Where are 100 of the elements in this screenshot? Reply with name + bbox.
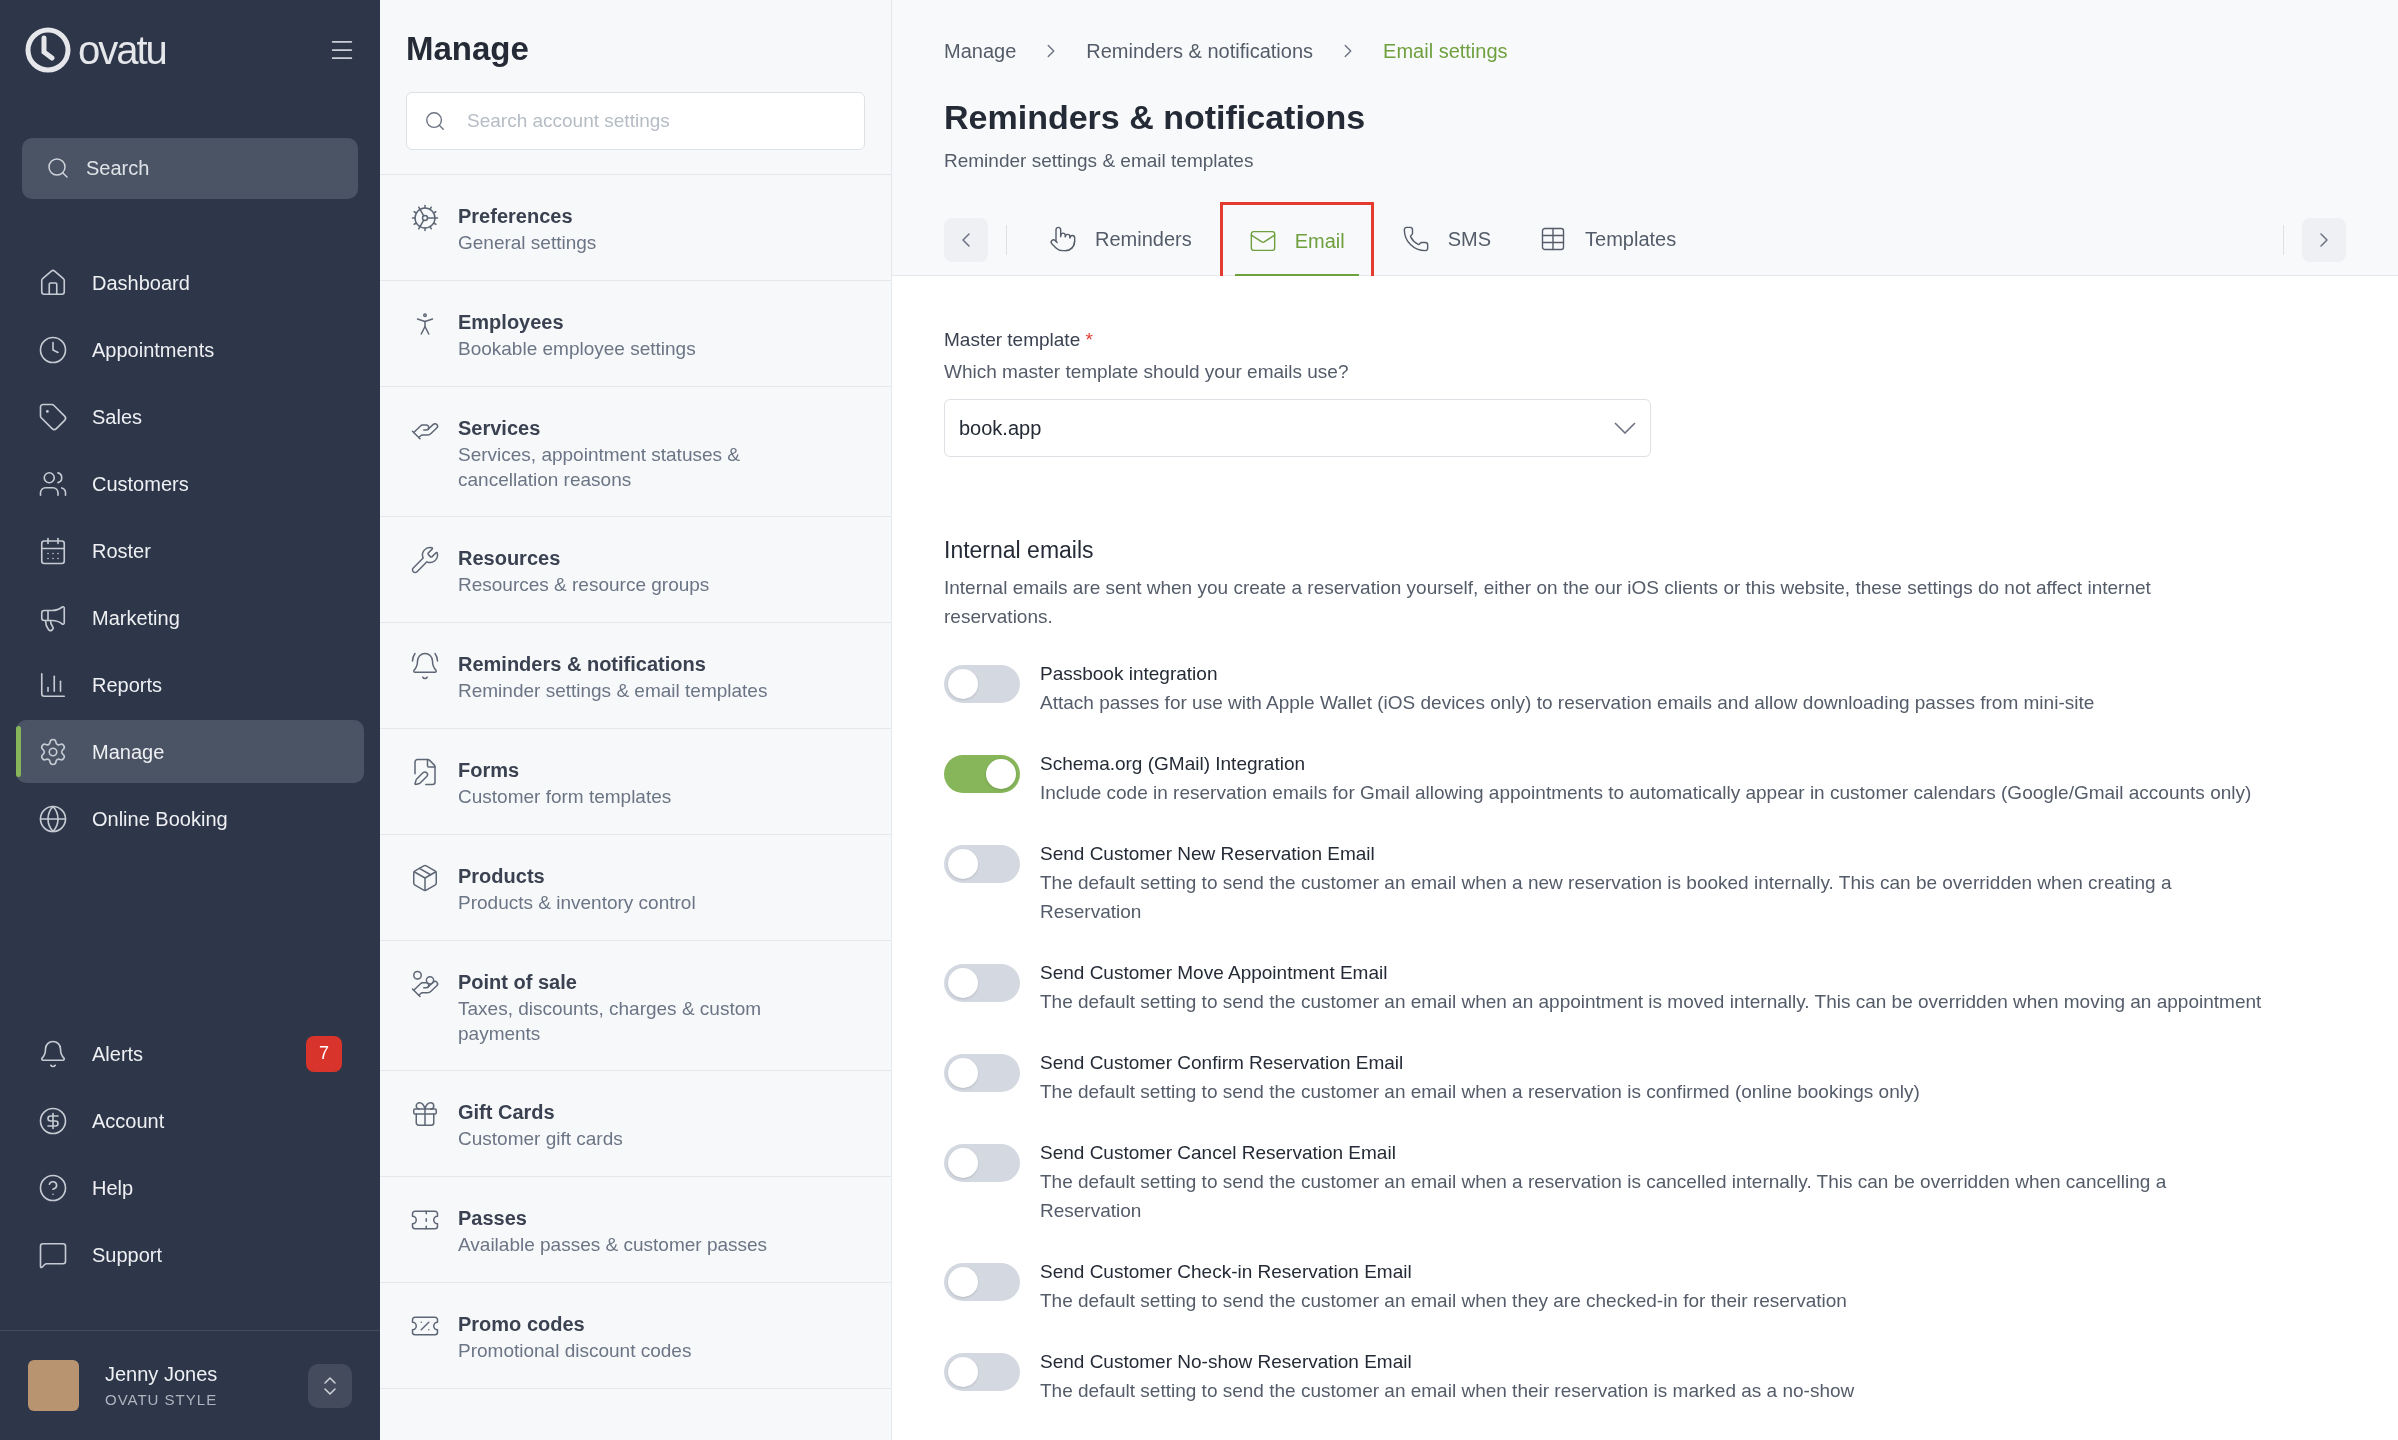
settings-menu-item[interactable]: Point of sale Taxes, discounts, charges & custom payments	[380, 940, 891, 1071]
search-field[interactable]: Search	[22, 138, 358, 199]
setting-title: Send Customer Cancel Reservation Email	[1040, 1141, 1397, 1165]
item-title: Point of sale	[458, 969, 578, 995]
section-description: Internal emails are sent when you create a reservation yourself, either on the our iOS clients or this website, these settings do not affect internet reservations.	[944, 576, 2152, 629]
tab[interactable]: Reminders	[1035, 205, 1206, 275]
item-title: Gift Cards	[458, 1099, 556, 1125]
nav-item[interactable]: Support	[16, 1223, 364, 1286]
settings-menu-item[interactable]: Gift Cards Customer gift cards	[380, 1070, 891, 1177]
toggle-switch[interactable]	[944, 964, 1020, 1002]
field-hint: Which master template should your emails use?	[944, 360, 1350, 384]
setting-description: Include code in reservation emails for Gmail allowing appointments to automatically appear in customer calendars (Google/Gmail accounts only)	[1040, 781, 2252, 805]
search-icon	[46, 156, 70, 180]
item-title: Resources	[458, 545, 562, 571]
tab[interactable]: Templates	[1525, 205, 1691, 275]
search-field[interactable]: Search account settings	[406, 91, 865, 150]
item-description: Resources & resource groups	[458, 572, 711, 597]
panel-title: Manage	[405, 29, 530, 69]
item-description: Reminder settings & email templates	[458, 678, 769, 703]
dollar-circle-icon	[38, 1105, 68, 1136]
field-label: Master template	[944, 328, 1081, 350]
help-icon	[38, 1172, 68, 1203]
toggle-switch[interactable]	[944, 1054, 1020, 1092]
item-description: Customer gift cards	[458, 1126, 624, 1151]
item-description: Customer form templates	[458, 784, 673, 809]
item-title: Preferences	[458, 203, 574, 229]
toggle-switch[interactable]	[944, 845, 1020, 883]
section-title: Internal emails	[944, 535, 1095, 565]
settings-menu-item[interactable]: Forms Customer form templates	[380, 728, 891, 835]
toggle-switch[interactable]	[944, 1353, 1020, 1391]
scroll-left-button[interactable]	[944, 218, 988, 262]
item-title: Products	[458, 863, 546, 889]
setting-description: The default setting to send the customer an email when they are checked-in for their reservation	[1040, 1289, 1847, 1313]
nav-item[interactable]: Appointments	[16, 318, 364, 381]
settings-menu-item[interactable]: Reminders & notifications Reminder settings & email templates	[380, 622, 891, 729]
nav-label: Alerts	[92, 1041, 144, 1067]
nav-item[interactable]: Roster	[16, 519, 364, 582]
item-description: Promotional discount codes	[458, 1338, 693, 1363]
globe-icon	[38, 803, 68, 834]
item-description: Bookable employee settings	[458, 336, 697, 361]
nav-item[interactable]: Account	[16, 1089, 364, 1152]
nav-item[interactable]: Online Booking	[16, 787, 364, 850]
toggle-switch[interactable]	[944, 665, 1020, 703]
house-icon	[38, 267, 68, 298]
setting-title: Passbook integration	[1040, 662, 1219, 686]
nav-item[interactable]: Sales	[16, 385, 364, 448]
logo-text: ovatu	[78, 30, 166, 70]
nav-item[interactable]: Manage	[16, 720, 364, 783]
breadcrumb-link[interactable]: Manage	[944, 36, 1017, 66]
nav-item[interactable]: Help	[16, 1156, 364, 1219]
nav-item[interactable]: Dashboard	[16, 251, 364, 314]
user-organization: OVATU STYLE	[105, 1390, 218, 1411]
setting-title: Send Customer New Reservation Email	[1040, 842, 1376, 866]
settings-menu-item[interactable]: Employees Bookable employee settings	[380, 280, 891, 387]
avatar-photo-placeholder	[28, 1360, 79, 1411]
item-description: Taxes, discounts, charges & custom payments	[458, 996, 763, 1046]
pointer-hand-icon	[1049, 224, 1077, 253]
nav-item[interactable]: Reports	[16, 653, 364, 716]
tab[interactable]: SMS	[1387, 205, 1506, 275]
settings-menu-item[interactable]: Preferences General settings	[380, 174, 891, 281]
nav-item[interactable]: Alerts 7	[16, 1022, 364, 1085]
search-icon	[424, 109, 446, 132]
nav-label: Support	[92, 1242, 163, 1268]
template-select[interactable]: book.app	[944, 398, 1651, 457]
settings-menu-item[interactable]: Promo codes Promotional discount codes	[380, 1282, 891, 1389]
toggle-switch[interactable]	[944, 755, 1020, 793]
scroll-right-button[interactable]	[2302, 218, 2346, 262]
bell-icon	[38, 1038, 68, 1069]
item-title: Reminders & notifications	[458, 651, 707, 677]
settings-icon	[38, 736, 68, 767]
item-title: Forms	[458, 757, 521, 783]
wrench-icon	[410, 544, 440, 575]
calendar-icon	[38, 535, 68, 566]
settings-menu-item[interactable]: Services Services, appointment statuses & cancellation reasons	[380, 386, 891, 517]
setting-title: Send Customer Check-in Reservation Email	[1040, 1260, 1413, 1284]
toggle-switch[interactable]	[944, 1263, 1020, 1301]
count-badge: 7	[306, 1035, 342, 1072]
ringing-bell-icon	[410, 650, 440, 681]
setting-description: The default setting to send the customer an email when their reservation is marked as a no-show	[1040, 1379, 1855, 1403]
page-title: Reminders & notifications	[944, 97, 1367, 138]
box-icon	[410, 862, 440, 893]
nav-label: Account	[92, 1108, 165, 1134]
clock-icon	[38, 334, 68, 365]
item-description: Services, appointment statuses & cancellation reasons	[458, 442, 741, 492]
settings-menu-item[interactable]: Products Products & inventory control	[380, 834, 891, 941]
toggle-switch[interactable]	[944, 1144, 1020, 1182]
setting-description: The default setting to send the customer an email when a reservation is confirmed (online bookings only)	[1040, 1080, 1920, 1104]
settings-menu-item[interactable]: Passes Available passes & customer passes	[380, 1176, 891, 1283]
required-mark: *	[1085, 328, 1093, 350]
user-name: Jenny Jones	[105, 1362, 218, 1388]
settings-menu-item[interactable]: Resources Resources & resource groups	[380, 516, 891, 623]
breadcrumb-link[interactable]: Reminders & notifications	[1086, 36, 1314, 66]
setting-title: Send Customer Move Appointment Email	[1040, 961, 1389, 985]
nav-item[interactable]: Customers	[16, 452, 364, 515]
account-switch-button[interactable]	[308, 1363, 352, 1408]
nav-item[interactable]: Marketing	[16, 586, 364, 649]
setting-title: Send Customer No-show Reservation Email	[1040, 1350, 1413, 1374]
chevron-down-icon	[1614, 421, 1636, 434]
item-description: General settings	[458, 230, 598, 255]
nav-label: Help	[92, 1175, 134, 1201]
